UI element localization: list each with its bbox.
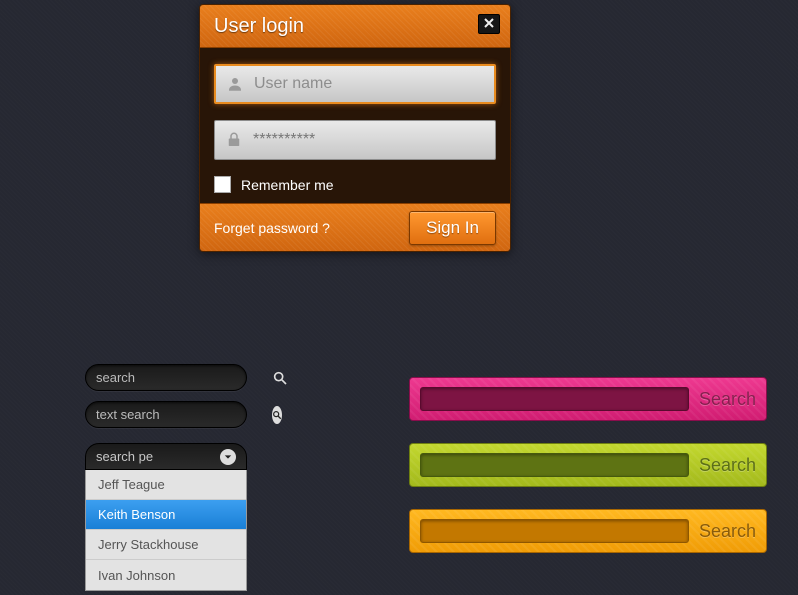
signin-button[interactable]: Sign In (409, 211, 496, 245)
pink-search-button[interactable]: Search (699, 389, 756, 410)
dropdown-query: search pe (96, 449, 153, 464)
login-title: User login (214, 15, 304, 38)
search-icon[interactable] (272, 406, 282, 424)
chevron-down-icon (220, 449, 236, 465)
people-dropdown: search pe Jeff Teague Keith Benson Jerry… (85, 443, 247, 591)
dropdown-item[interactable]: Ivan Johnson (86, 560, 246, 590)
remember-label: Remember me (241, 177, 334, 193)
dropdown-item[interactable]: Keith Benson (86, 500, 246, 530)
username-input[interactable] (254, 66, 484, 102)
password-field-wrap (214, 120, 496, 160)
lock-icon (225, 131, 243, 149)
close-icon (484, 15, 494, 33)
orange-search-input[interactable] (420, 519, 689, 543)
orange-search-button[interactable]: Search (699, 521, 756, 542)
green-search-button[interactable]: Search (699, 455, 756, 476)
pink-search-input[interactable] (420, 387, 689, 411)
dropdown-item[interactable]: Jerry Stackhouse (86, 530, 246, 560)
forgot-password-link[interactable]: Forget password ? (214, 220, 330, 236)
dropdown-item[interactable]: Jeff Teague (86, 470, 246, 500)
dark-search-2 (85, 401, 247, 428)
dropdown-toggle[interactable]: search pe (85, 443, 247, 470)
remember-row: Remember me (214, 176, 496, 193)
login-footer: Forget password ? Sign In (200, 203, 510, 251)
remember-checkbox[interactable] (214, 176, 231, 193)
password-input[interactable] (253, 121, 485, 159)
close-button[interactable] (478, 14, 500, 34)
search-icon[interactable] (272, 370, 288, 386)
green-search-bar: Search (409, 443, 767, 487)
search-input-2[interactable] (96, 407, 272, 422)
username-field-wrap (214, 64, 496, 104)
dark-search-1 (85, 364, 247, 391)
green-search-input[interactable] (420, 453, 689, 477)
user-icon (226, 75, 244, 93)
dropdown-list: Jeff Teague Keith Benson Jerry Stackhous… (85, 470, 247, 591)
login-header: User login (200, 5, 510, 48)
orange-search-bar: Search (409, 509, 767, 553)
search-input-1[interactable] (96, 370, 272, 385)
login-panel: User login Remember me Forget password ?… (199, 4, 511, 252)
login-body: Remember me (200, 48, 510, 203)
pink-search-bar: Search (409, 377, 767, 421)
